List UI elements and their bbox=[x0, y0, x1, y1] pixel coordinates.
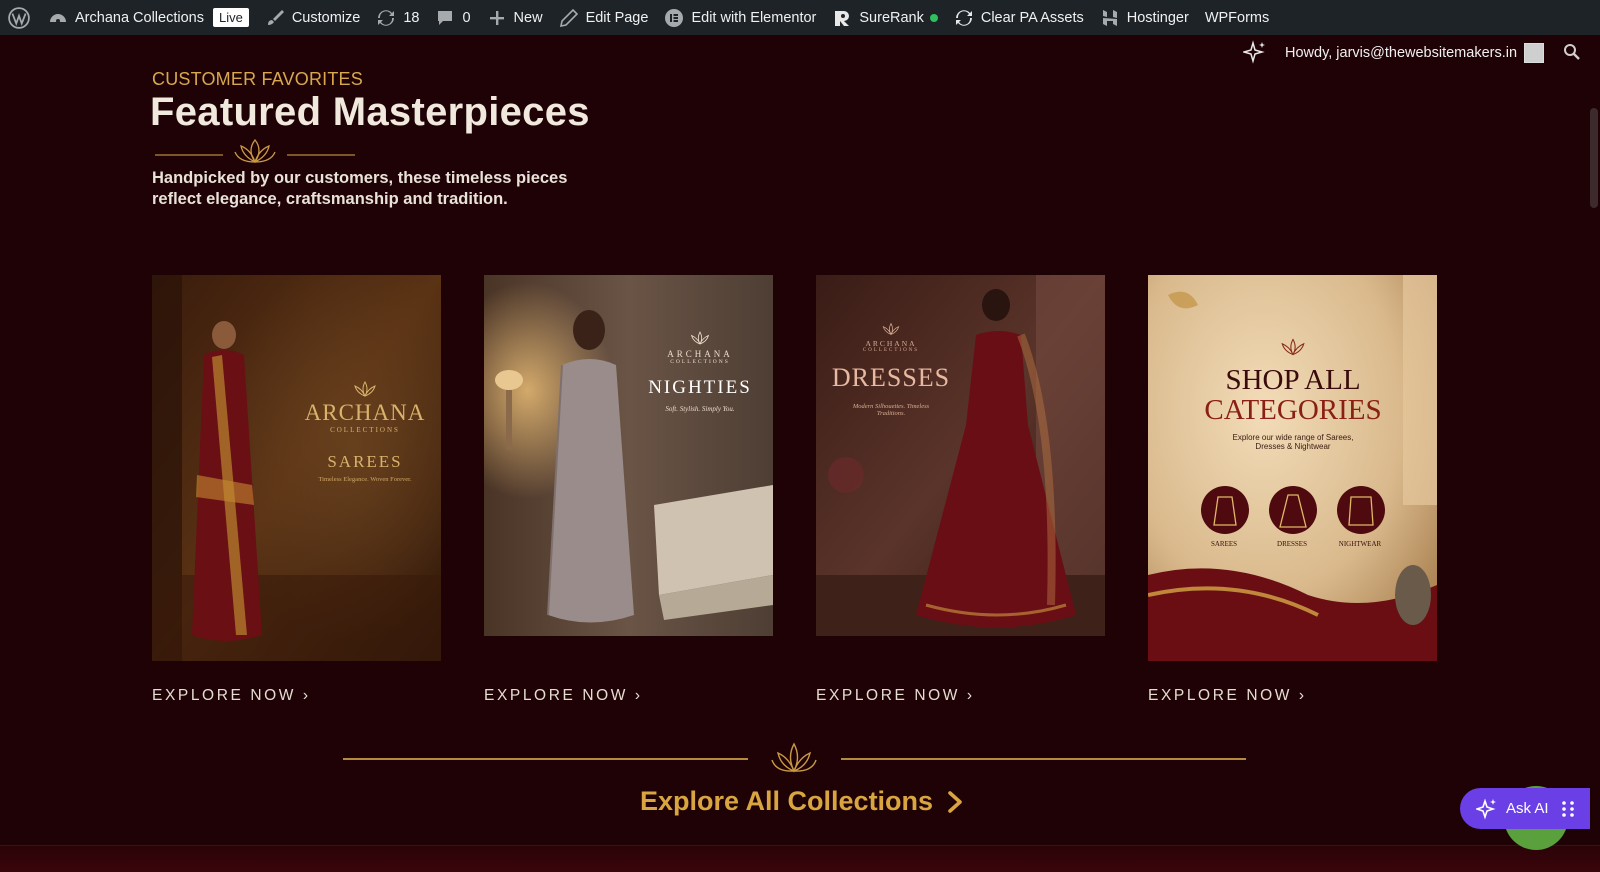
nighties-banner-text: ARCHANA COLLECTIONS NIGHTIES Soft. Styli… bbox=[635, 330, 765, 413]
chevron-right-icon bbox=[948, 790, 962, 813]
avatar bbox=[1524, 43, 1545, 63]
live-badge: Live bbox=[212, 8, 249, 27]
dresses-tagline: Modern Silhouettes. Timeless Traditions. bbox=[852, 403, 930, 417]
sarees-banner-text: ARCHANA COLLECTIONS SAREES Timeless Eleg… bbox=[290, 380, 440, 483]
card-shop-all[interactable]: EXPLORE NOW › bbox=[1147, 275, 1437, 704]
nighties-heading: NIGHTIES bbox=[648, 377, 752, 398]
wpforms-link[interactable]: WPForms bbox=[1197, 0, 1277, 35]
shop-all-banner-text: SHOP ALL CATEGORIES Explore our wide ran… bbox=[1168, 337, 1418, 451]
lotus-icon bbox=[882, 322, 900, 336]
comment-icon bbox=[438, 10, 453, 25]
category-label-dresses[interactable]: DRESSES bbox=[1263, 540, 1321, 548]
paintbrush-icon bbox=[267, 9, 284, 25]
dresses-banner-text: ARCHANA COLLECTIONS DRESSES Modern Silho… bbox=[826, 322, 956, 417]
page-title: Featured Masterpieces bbox=[150, 90, 590, 134]
wordpress-logo-button[interactable] bbox=[0, 0, 40, 35]
site-name-link[interactable]: Archana Collections Live bbox=[40, 0, 257, 35]
sarees-tagline: Timeless Elegance. Woven Forever. bbox=[318, 476, 412, 483]
hostinger-label: Hostinger bbox=[1126, 9, 1189, 26]
nighties-tagline: Soft. Stylish. Simply You. bbox=[665, 405, 735, 413]
section-subtitle: Handpicked by our customers, these timel… bbox=[152, 169, 568, 208]
updates-icon bbox=[378, 9, 395, 26]
lotus-icon bbox=[690, 331, 710, 345]
edit-page-link[interactable]: Edit Page bbox=[551, 0, 657, 35]
ai-sparkle-icon[interactable] bbox=[1243, 40, 1267, 64]
shop-all-tagline: Explore our wide range of Sarees, Dresse… bbox=[1232, 433, 1354, 451]
ask-ai-button[interactable]: Ask AI bbox=[1460, 788, 1590, 829]
refresh-icon bbox=[955, 9, 972, 26]
explore-now-link[interactable]: EXPLORE NOW › bbox=[1148, 687, 1307, 705]
lotus-icon bbox=[1281, 338, 1305, 356]
status-dot bbox=[929, 13, 938, 22]
category-label-nightwear[interactable]: NIGHTWEAR bbox=[1331, 540, 1389, 548]
sarees-brand-sub: COLLECTIONS bbox=[330, 426, 400, 434]
surerank-link[interactable]: SureRank bbox=[824, 0, 945, 35]
wpforms-label: WPForms bbox=[1204, 9, 1270, 26]
divider-right bbox=[841, 758, 1246, 760]
new-content-link[interactable]: New bbox=[479, 0, 551, 35]
dashboard-icon bbox=[50, 13, 66, 23]
explore-now-link[interactable]: EXPLORE NOW › bbox=[152, 687, 311, 705]
plus-icon bbox=[489, 10, 504, 25]
customize-link[interactable]: Customize bbox=[257, 0, 369, 35]
wordpress-icon bbox=[8, 6, 30, 29]
scrollbar-thumb[interactable] bbox=[1590, 108, 1598, 208]
explore-now-link[interactable]: EXPLORE NOW › bbox=[484, 687, 643, 705]
explore-now-link[interactable]: EXPLORE NOW › bbox=[816, 687, 975, 705]
surerank-icon bbox=[835, 10, 850, 26]
section-eyebrow: CUSTOMER FAVORITES bbox=[152, 69, 363, 89]
pencil-icon bbox=[559, 8, 578, 27]
divider-left bbox=[343, 758, 748, 760]
edit-elementor-label: Edit with Elementor bbox=[691, 9, 817, 26]
comments-link[interactable]: 0 bbox=[427, 0, 478, 35]
clear-pa-label: Clear PA Assets bbox=[980, 9, 1084, 26]
lotus-divider bbox=[155, 138, 355, 164]
nighties-brand: ARCHANA bbox=[667, 349, 733, 359]
next-section-edge bbox=[0, 845, 1600, 872]
elementor-icon bbox=[665, 8, 684, 27]
lotus-icon bbox=[354, 380, 376, 398]
account-menu[interactable]: Howdy, jarvis@thewebsitemakers.in bbox=[1285, 43, 1545, 63]
sarees-heading: SAREES bbox=[327, 452, 403, 471]
nighties-brand-sub: COLLECTIONS bbox=[670, 359, 730, 365]
explore-all-collections-button[interactable]: Explore All Collections bbox=[640, 786, 965, 817]
lotus-icon bbox=[771, 742, 817, 773]
new-label: New bbox=[513, 9, 543, 26]
dresses-brand: ARCHANA bbox=[865, 339, 917, 348]
explore-all-label: Explore All Collections bbox=[640, 786, 934, 816]
shop-all-heading-1: SHOP ALL bbox=[1225, 364, 1361, 396]
comments-count: 0 bbox=[462, 9, 471, 26]
wp-admin-bar: Archana Collections Live Customize 18 0 … bbox=[0, 0, 1600, 35]
customize-label: Customize bbox=[291, 9, 361, 26]
hostinger-link[interactable]: Hostinger bbox=[1092, 0, 1197, 35]
drag-handle-icon[interactable] bbox=[1561, 800, 1575, 818]
site-name: Archana Collections bbox=[75, 9, 204, 26]
howdy-text: Howdy, jarvis@thewebsitemakers.in bbox=[1285, 45, 1518, 61]
clear-pa-assets-link[interactable]: Clear PA Assets bbox=[946, 0, 1092, 35]
hostinger-icon bbox=[1102, 9, 1117, 26]
shop-all-banner-image[interactable] bbox=[1147, 275, 1437, 661]
dresses-heading: DRESSES bbox=[831, 363, 951, 392]
search-icon[interactable] bbox=[1563, 43, 1581, 61]
surerank-label: SureRank bbox=[859, 9, 924, 26]
category-label-sarees[interactable]: SAREES bbox=[1195, 540, 1253, 548]
shop-all-heading-2: CATEGORIES bbox=[1204, 394, 1382, 426]
dresses-brand-sub: COLLECTIONS bbox=[862, 348, 920, 353]
updates-link[interactable]: 18 bbox=[368, 0, 427, 35]
ask-ai-label: Ask AI bbox=[1506, 800, 1549, 817]
edit-page-label: Edit Page bbox=[585, 9, 649, 26]
edit-elementor-link[interactable]: Edit with Elementor bbox=[656, 0, 824, 35]
updates-count: 18 bbox=[403, 9, 420, 26]
sparkle-icon bbox=[1476, 797, 1496, 820]
sarees-brand: ARCHANA bbox=[304, 400, 426, 425]
